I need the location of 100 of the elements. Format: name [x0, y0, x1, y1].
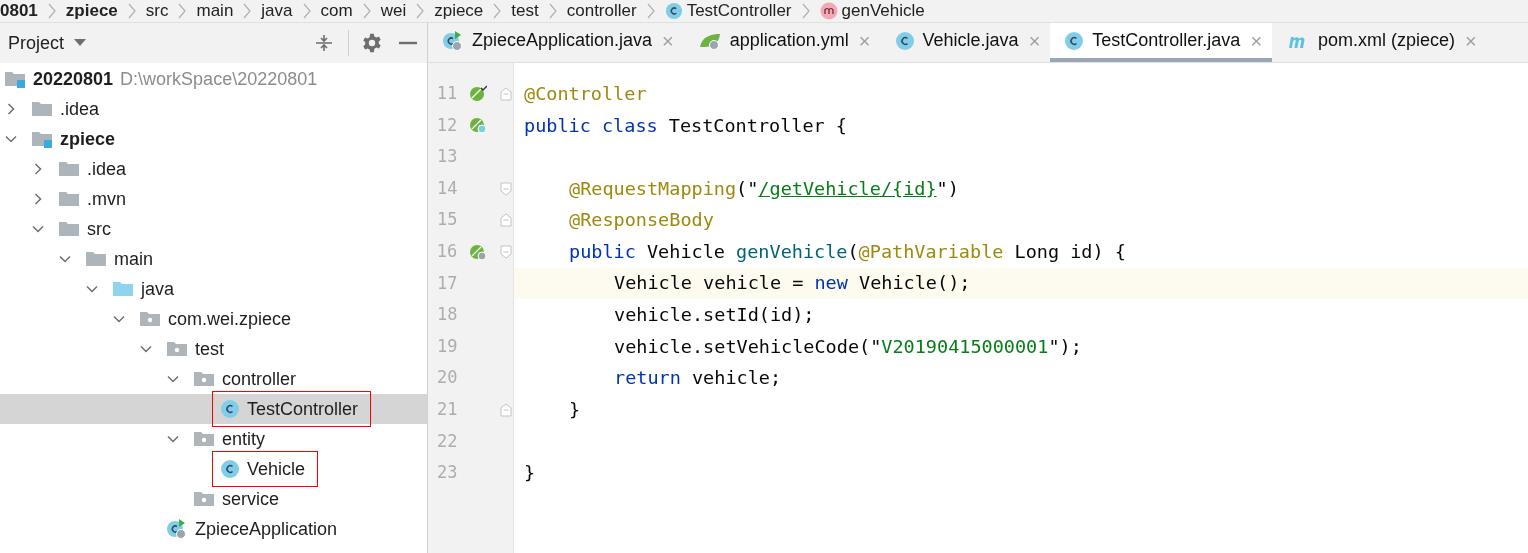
tree-item[interactable]: com.wei.zpiece	[0, 304, 427, 334]
separator-icon	[302, 3, 311, 19]
tree-item[interactable]: java	[0, 274, 427, 304]
tree-item[interactable]: service	[0, 484, 427, 514]
editor-tab[interactable]: ZpieceApplication.java ×	[428, 23, 684, 62]
folder-icon	[31, 100, 53, 118]
code-line: @RequestMapping("/getVehicle/{id}")	[569, 176, 959, 201]
editor-tab[interactable]: Vehicle.java ×	[880, 23, 1051, 62]
tab-label: pom.xml (zpiece)	[1318, 29, 1456, 52]
spring-bean-icon[interactable]	[469, 116, 488, 135]
method-icon	[819, 2, 838, 20]
folder-icon	[58, 220, 80, 238]
tree-item-label: .idea	[60, 97, 100, 121]
package-folder-icon	[193, 430, 215, 448]
line-number: 23	[436, 461, 458, 485]
tree-item-label: Vehicle	[247, 457, 306, 481]
line-number: 17	[436, 271, 458, 295]
line-number: 16	[435, 240, 458, 263]
tree-item[interactable]: 20220801 D:\workSpace\20220801	[0, 64, 427, 94]
breadcrumb-item[interactable]: zpiece	[434, 0, 484, 22]
code-line: public Vehicle genVehicle(@PathVariable Long id) {	[569, 239, 1126, 264]
spring-bean-icon[interactable]	[469, 242, 488, 261]
breadcrumb-item[interactable]: main	[196, 0, 234, 22]
tree-item-label: zpiece	[60, 127, 116, 151]
tree-item-label: .idea	[87, 157, 127, 181]
tree-item-label: ZpieceApplication	[195, 517, 338, 541]
tab-label: Vehicle.java	[922, 29, 1019, 52]
separator-icon	[362, 3, 371, 19]
tree-item[interactable]: zpiece	[0, 124, 427, 154]
breadcrumb-item[interactable]: TestController	[686, 0, 792, 22]
tree-item[interactable]: src	[0, 214, 427, 244]
code-line: @Controller	[524, 81, 647, 106]
breadcrumb-item[interactable]: genVehicle	[841, 0, 925, 22]
class-icon	[894, 30, 915, 51]
breadcrumb-item[interactable]: zpiece	[65, 0, 118, 22]
line-number: 22	[436, 429, 458, 453]
package-folder-icon	[193, 490, 215, 508]
tree-item[interactable]: .mvn	[0, 184, 427, 214]
fold-start-icon[interactable]	[500, 181, 513, 196]
project-path: D:\workSpace\20220801	[120, 67, 318, 91]
editor-tab[interactable]: TestController.java ×	[1050, 23, 1273, 62]
package-folder-icon	[166, 340, 188, 358]
tree-item[interactable]: test	[0, 334, 427, 364]
tree-item[interactable]: Vehicle	[0, 454, 427, 484]
tree-item-label: TestController	[247, 397, 359, 421]
project-view-dropdown[interactable]: Project	[0, 29, 87, 57]
folder-icon	[58, 190, 80, 208]
class-icon	[664, 2, 683, 20]
breadcrumb-item[interactable]: controller	[566, 0, 637, 22]
breadcrumb-item[interactable]: wei	[380, 0, 407, 22]
tree-item[interactable]: ZpieceApplication	[0, 514, 427, 544]
tree-item-label: src	[87, 217, 111, 241]
minimize-icon[interactable]	[399, 41, 417, 45]
separator-icon	[178, 3, 187, 19]
editor-tab[interactable]: pom.xml (zpiece) ×	[1272, 23, 1487, 62]
folder-icon	[58, 160, 80, 178]
module-folder-icon	[31, 130, 53, 148]
breadcrumb-item[interactable]: test	[511, 0, 539, 22]
class-icon	[220, 399, 240, 419]
breadcrumb-item[interactable]: java	[261, 0, 293, 22]
breadcrumb-item[interactable]: 0801	[0, 0, 38, 22]
tree-item-label: com.wei.zpiece	[168, 307, 292, 331]
tree-item-label: main	[114, 247, 153, 271]
code-line: public class TestController {	[524, 113, 847, 138]
code-line: }	[524, 461, 536, 486]
breadcrumb-item[interactable]: src	[145, 0, 169, 22]
tab-label: TestController.java	[1092, 29, 1241, 52]
tree-item-label: service	[222, 487, 279, 511]
tree-item[interactable]: entity	[0, 424, 427, 454]
separator-icon	[47, 3, 56, 19]
settings-icon[interactable]	[361, 32, 383, 54]
line-number: 13	[436, 145, 458, 169]
tree-item[interactable]: .idea	[0, 154, 427, 184]
tab-label: ZpieceApplication.java	[472, 29, 653, 52]
collapse-all-icon[interactable]	[314, 33, 334, 53]
line-number: 19	[436, 334, 458, 358]
separator-icon	[548, 3, 557, 19]
line-number: 18	[436, 303, 458, 327]
line-number: 21	[436, 398, 458, 421]
spring-bean-icon[interactable]	[469, 84, 488, 103]
line-number: 11	[435, 82, 458, 106]
tree-item[interactable]: TestController	[0, 394, 427, 424]
folder-icon	[112, 280, 134, 298]
module-folder-icon	[4, 70, 26, 88]
separator-icon	[416, 3, 425, 19]
package-folder-icon	[193, 370, 215, 388]
spring-class-icon	[166, 518, 188, 540]
code-line: }	[569, 397, 581, 422]
folder-icon	[85, 250, 107, 268]
separator-icon	[493, 3, 502, 19]
tree-item[interactable]: controller	[0, 364, 427, 394]
tree-item[interactable]: main	[0, 244, 427, 274]
fold-start-icon[interactable]	[500, 244, 513, 259]
tree-item[interactable]: .idea	[0, 94, 427, 124]
class-icon	[1064, 30, 1085, 51]
breadcrumb-item[interactable]: com	[320, 0, 353, 22]
code-line: vehicle.setVehicleCode("V20190415000001");	[614, 334, 1082, 359]
tab-label: application.yml	[729, 29, 849, 52]
separator-icon	[243, 3, 252, 19]
editor-tab[interactable]: application.yml ×	[683, 23, 881, 62]
